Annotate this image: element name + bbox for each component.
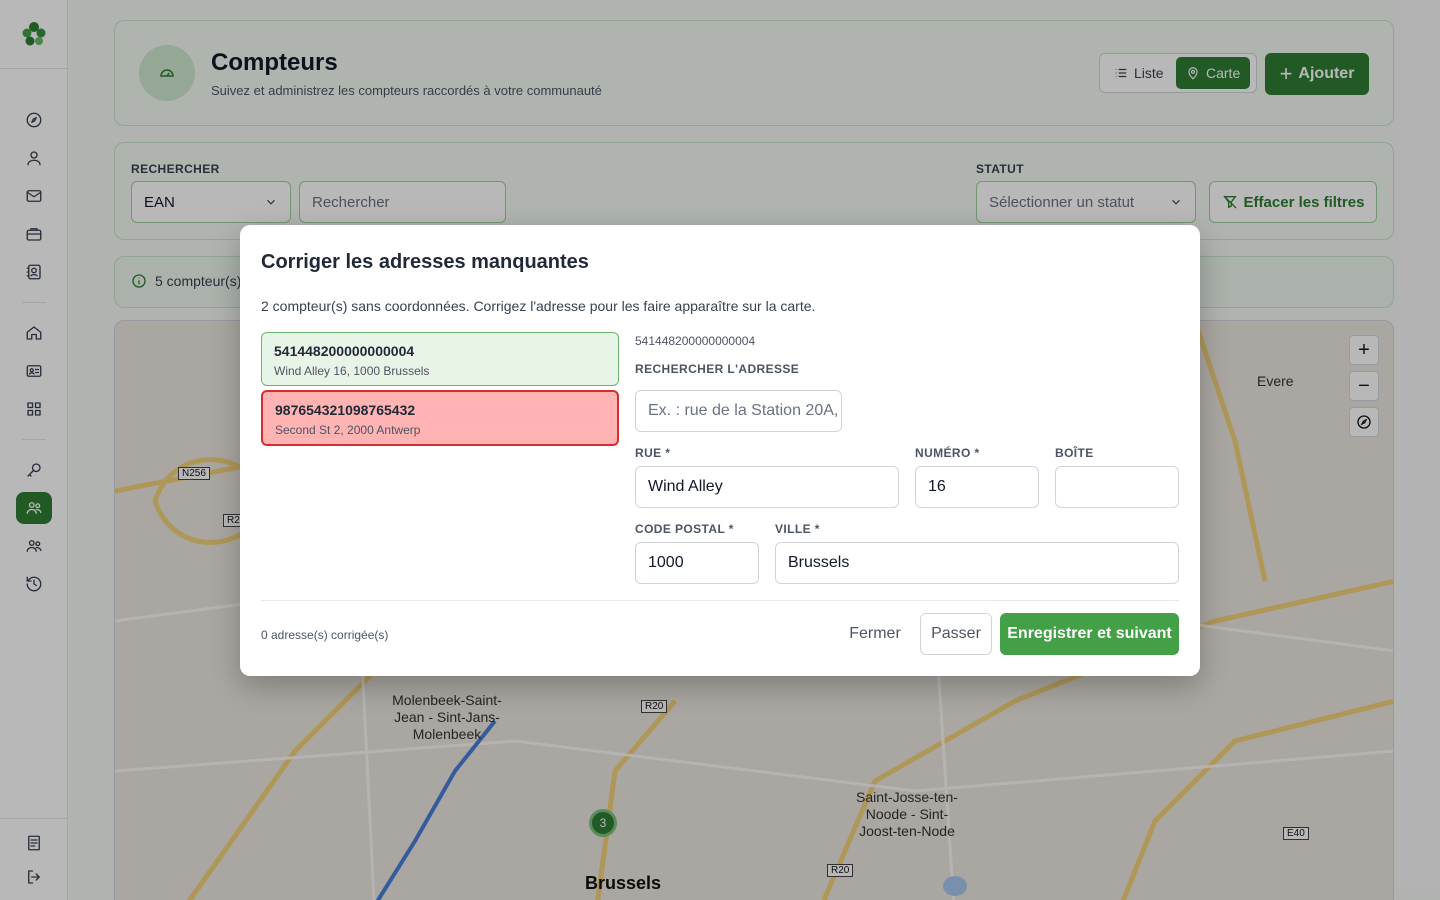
street-label: RUE * — [635, 446, 671, 460]
street-input[interactable]: Wind Alley — [635, 466, 899, 508]
postal-code-label: CODE POSTAL * — [635, 522, 734, 536]
box-label: BOÎTE — [1055, 446, 1094, 460]
meter-ean: 987654321098765432 — [275, 402, 416, 418]
close-button[interactable]: Fermer — [836, 613, 914, 655]
dialog-divider — [261, 600, 1179, 601]
search-address-input[interactable]: Ex. : rue de la Station 20A, — [635, 390, 842, 432]
number-label: NUMÉRO * — [915, 446, 980, 460]
meter-address: Wind Alley 16, 1000 Brussels — [274, 364, 430, 378]
search-address-label: RECHERCHER L'ADRESSE — [635, 362, 800, 376]
city-label: VILLE * — [775, 522, 820, 536]
postal-code-input[interactable]: 1000 — [635, 542, 759, 584]
number-input[interactable]: 16 — [915, 466, 1039, 508]
meter-ean: 541448200000000004 — [274, 343, 415, 359]
box-input[interactable] — [1055, 466, 1179, 508]
corrected-count: 0 adresse(s) corrigée(s) — [261, 628, 389, 642]
dialog-description: 2 compteur(s) sans coordonnées. Corrigez… — [261, 298, 816, 314]
fix-addresses-dialog: Corriger les adresses manquantes 2 compt… — [240, 225, 1200, 676]
meter-address: Second St 2, 2000 Antwerp — [275, 423, 421, 437]
selected-meter-ean: 541448200000000004 — [635, 334, 756, 348]
dialog-title: Corriger les adresses manquantes — [261, 251, 589, 273]
meter-list-item[interactable]: 987654321098765432 Second St 2, 2000 Ant… — [261, 390, 619, 446]
skip-button[interactable]: Passer — [920, 613, 992, 655]
save-and-next-button[interactable]: Enregistrer et suivant — [1000, 613, 1179, 655]
city-input[interactable]: Brussels — [775, 542, 1179, 584]
meter-list-item[interactable]: 541448200000000004 Wind Alley 16, 1000 B… — [261, 332, 619, 386]
